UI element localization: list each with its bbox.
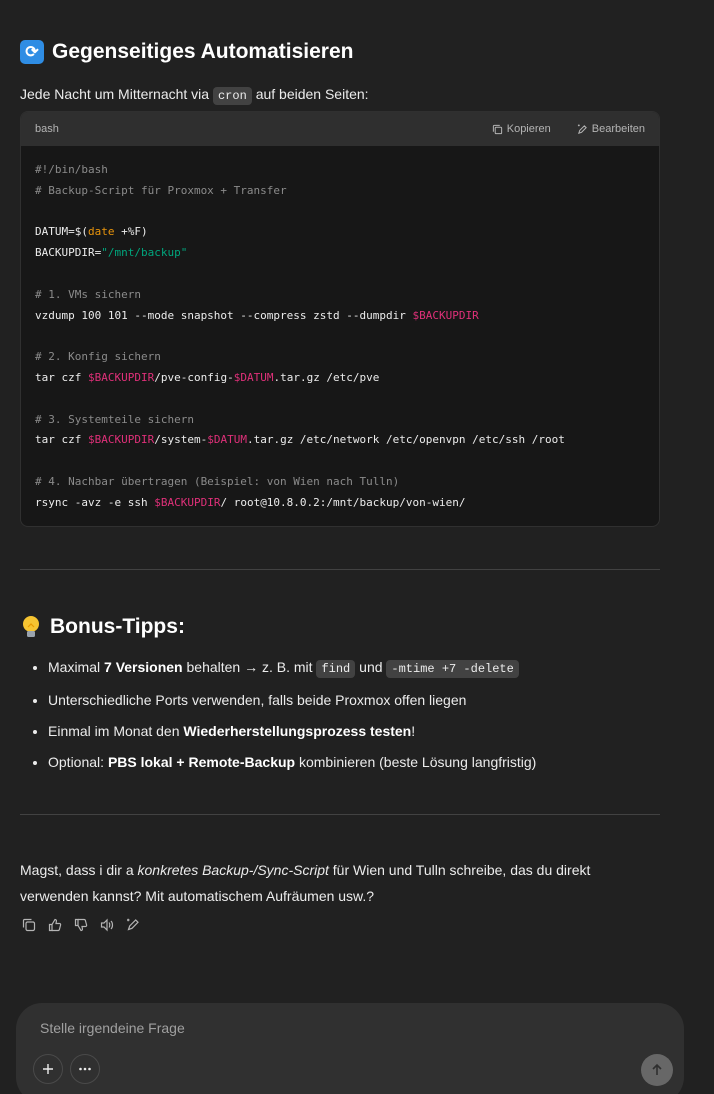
thumbs-up-icon	[48, 918, 62, 932]
read-aloud-button[interactable]	[98, 916, 116, 934]
tips-list: Maximal 7 Versionen behalten → z. B. mit…	[20, 652, 660, 778]
thumbs-up-button[interactable]	[46, 916, 64, 934]
code-line: # 4. Nachbar übertragen (Beispiel: von W…	[35, 474, 400, 488]
list-item: Unterschiedliche Ports verwenden, falls …	[48, 685, 660, 716]
inline-code-cron: cron	[212, 87, 252, 105]
list-item: Optional: PBS lokal + Remote-Backup komb…	[48, 747, 660, 778]
divider	[20, 569, 660, 570]
arrow-up-icon	[652, 1063, 662, 1075]
thumbs-down-button[interactable]	[72, 916, 90, 934]
inline-code-find: find	[316, 660, 356, 678]
code-line: # 3. Systemteile sichern	[35, 412, 194, 426]
edit-message-button[interactable]	[124, 916, 142, 934]
copy-icon	[22, 918, 36, 932]
code-block-header: bash Kopieren Bearbeiten	[21, 112, 659, 146]
plus-icon	[43, 1064, 53, 1074]
copy-message-button[interactable]	[20, 916, 38, 934]
more-tools-button[interactable]	[70, 1054, 100, 1084]
arrows-cycle-icon: ⟳	[20, 40, 44, 64]
code-line: # Backup-Script für Proxmox + Transfer	[35, 183, 287, 197]
prompt-input[interactable]	[38, 1017, 598, 1039]
code-line: # 1. VMs sichern	[35, 287, 141, 301]
code-language-label: bash	[35, 123, 59, 135]
code-line: #!/bin/bash	[35, 163, 108, 176]
message-composer	[16, 1003, 684, 1094]
edit-button[interactable]: Bearbeiten	[577, 123, 645, 135]
list-item: Maximal 7 Versionen behalten → z. B. mit…	[48, 652, 660, 685]
ellipsis-icon	[79, 1067, 91, 1071]
code-line: # 2. Konfig sichern	[35, 350, 161, 364]
intro-paragraph: Jede Nacht um Mitternacht via cron auf b…	[20, 86, 369, 105]
code-line: tar czf $BACKUPDIR/system-$DATUM.tar.gz …	[35, 433, 565, 447]
divider	[20, 814, 660, 815]
code-line: rsync -avz -e ssh $BACKUPDIR/ root@10.8.…	[35, 495, 466, 509]
copy-button[interactable]: Kopieren	[492, 123, 551, 135]
code-line: vzdump 100 101 --mode snapshot --compres…	[35, 308, 479, 322]
code-line: tar czf $BACKUPDIR/pve-config-$DATUM.tar…	[35, 370, 380, 384]
pencil-icon	[127, 918, 139, 931]
code-line: BACKUPDIR="/mnt/backup"	[35, 246, 188, 260]
pencil-icon	[577, 123, 587, 134]
list-item: Einmal im Monat den Wiederherstellungspr…	[48, 716, 660, 747]
section-heading-automation: ⟳ Gegenseitiges Automatisieren	[20, 40, 353, 64]
send-button[interactable]	[641, 1054, 673, 1086]
add-attachment-button[interactable]	[33, 1054, 63, 1084]
section-heading-bonus: Bonus-Tipps:	[20, 615, 185, 639]
thumbs-down-icon	[74, 918, 88, 932]
chat-page: ⟳ Gegenseitiges Automatisieren Jede Nach…	[0, 0, 714, 1094]
message-actions	[20, 916, 142, 934]
copy-icon	[492, 124, 502, 134]
lightbulb-icon	[20, 615, 42, 639]
code-line: DATUM=$(date +%F)	[35, 225, 148, 239]
inline-code-mtime: -mtime +7 -delete	[386, 660, 519, 678]
closing-question: Magst, dass i dir a konkretes Backup-/Sy…	[20, 862, 591, 904]
speaker-icon	[100, 918, 114, 932]
code-block: bash Kopieren Bearbeiten #!/bin/bash # B…	[20, 111, 660, 527]
code-content: #!/bin/bash # Backup-Script für Proxmox …	[21, 146, 659, 526]
